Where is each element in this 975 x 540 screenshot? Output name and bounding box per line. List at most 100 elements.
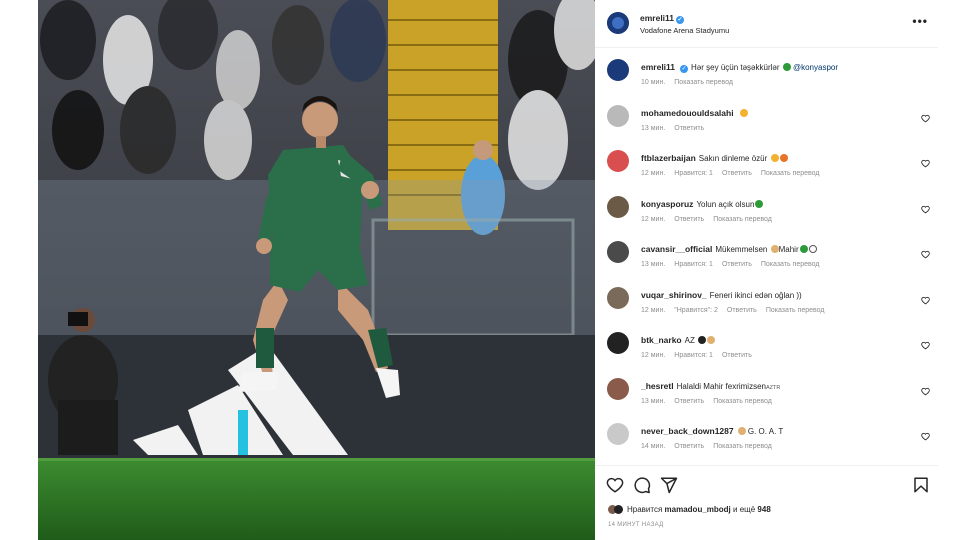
comment-action[interactable]: Нравится: 1 — [674, 170, 713, 177]
comment-meta: 13 мин. Нравится: 1 Ответить Показать перев… — [641, 261, 829, 268]
commenter-avatar[interactable] — [607, 104, 629, 127]
comment-icon[interactable] — [633, 476, 651, 494]
commenter-avatar[interactable] — [607, 332, 629, 354]
comment-username[interactable]: ftblazerbaijan — [641, 153, 696, 163]
comment-username[interactable]: konyasporuz — [641, 199, 693, 209]
commenter-avatar[interactable] — [607, 150, 629, 172]
comment-action[interactable]: Нравится: 1 — [674, 261, 713, 268]
comment-username[interactable]: never_back_down1287 — [641, 426, 734, 436]
hand-emoji — [737, 427, 746, 435]
like-comment-heart-icon[interactable] — [921, 387, 930, 396]
face-emoji — [770, 154, 779, 162]
comment-username[interactable]: cavansir__official — [641, 244, 712, 254]
comment-line: mohamedououldsalahi — [641, 108, 748, 118]
likes-summary[interactable]: Нравится mamadou_mbodj и ещё 948 — [608, 505, 771, 514]
like-comment-heart-icon[interactable] — [921, 432, 930, 441]
comment-username[interactable]: _hesretl — [641, 381, 674, 391]
comment-meta: 10 мин. Показать перевод — [641, 79, 742, 86]
comment-username[interactable]: vuqar_shirinov_ — [641, 290, 707, 300]
comment-username[interactable]: btk_narko — [641, 335, 682, 345]
liker-name[interactable]: mamadou_mbodj — [665, 505, 731, 514]
comment-action[interactable]: Показать перевод — [713, 443, 772, 450]
comment-action[interactable]: Ответить — [674, 216, 704, 223]
comment-meta: 12 мин. Ответить Показать перевод — [641, 216, 781, 223]
comment-text: G. O. A. T — [747, 427, 784, 436]
comment-text: Halaldi Mahir fexrimizsen — [676, 381, 766, 391]
comment-action[interactable]: Показать перевод — [713, 398, 772, 405]
comment-text: Mükemmelsen — [715, 245, 768, 254]
like-comment-heart-icon[interactable] — [921, 341, 930, 350]
comment-meta: 14 мин. Ответить Показать перевод — [641, 443, 781, 450]
fire-emoji — [779, 154, 788, 162]
likes-count[interactable]: 948 — [757, 505, 770, 514]
comment-action[interactable]: Ответить — [722, 261, 752, 268]
comment-username[interactable]: emreli11 — [641, 62, 675, 72]
comment-action[interactable]: Показать перевод — [674, 79, 733, 86]
commenter-avatar[interactable] — [607, 423, 629, 445]
commenter-avatar[interactable] — [607, 286, 629, 309]
comment-item: ftblazerbaijan Sakın dinleme özür 12 мин.… — [595, 141, 938, 185]
comment-action[interactable]: Ответить — [674, 398, 704, 405]
comment-item: vuqar_shirinov_ Feneri ikinci edən oğlan … — [595, 278, 938, 322]
comment-action[interactable]: Ответить — [674, 443, 704, 450]
thumbs-up-emoji — [770, 245, 779, 253]
like-comment-heart-icon[interactable] — [921, 250, 930, 259]
post-panel: emreli11 ✓ Vodafone Arena Stadyumu ••• em… — [595, 0, 938, 540]
comment-time: 10 мин. — [641, 79, 666, 86]
comment-line: never_back_down1287 G. O. A. T — [641, 426, 783, 436]
comment-time: 13 мин. — [641, 261, 666, 268]
author-avatar[interactable] — [607, 12, 629, 34]
commenter-avatar[interactable] — [607, 195, 629, 218]
comment-action[interactable]: "Нравится": 2 — [674, 307, 718, 314]
post-location[interactable]: Vodafone Arena Stadyumu — [640, 26, 729, 35]
comment-action[interactable]: Показать перевод — [713, 216, 772, 223]
comment-item: btk_narko AZ 12 мин. Нравится: 1 Ответить — [595, 323, 938, 367]
like-comment-heart-icon[interactable] — [921, 159, 930, 168]
comment-action[interactable]: Показать перевод — [761, 170, 820, 177]
like-comment-heart-icon[interactable] — [921, 205, 930, 214]
comment-action[interactable]: Ответить — [674, 125, 704, 132]
commenter-avatar[interactable] — [607, 241, 629, 263]
liker-avatar — [614, 505, 623, 514]
comment-item: emreli11 ✓ Hər şey üçün təşəkkürlər @konya… — [595, 50, 938, 94]
comment-item: konyasporuz Yolun açık olsun 12 мин. Ответи… — [595, 187, 938, 231]
green-heart-emoji — [755, 199, 764, 208]
verified-icon: ✓ — [680, 65, 689, 73]
comment-line: btk_narko AZ — [641, 335, 716, 345]
white-heart-emoji — [808, 245, 817, 253]
comment-action[interactable]: Ответить — [722, 352, 752, 359]
comment-action[interactable]: Ответить — [727, 307, 757, 314]
comment-line: vuqar_shirinov_ Feneri ikinci edən oğlan … — [641, 290, 802, 300]
verified-icon: ✓ — [676, 16, 685, 24]
commenter-avatar[interactable] — [607, 59, 629, 81]
bookmark-icon[interactable] — [912, 476, 930, 494]
comment-time: 13 мин. — [641, 124, 666, 132]
comment-text: Sakın dinleme özür — [698, 154, 768, 163]
post-actions: Нравится mamadou_mbodj и ещё 948 14 МИНУ… — [595, 465, 938, 540]
comment-meta: 13 мин. Ответить Показать перевод — [641, 398, 781, 405]
black-heart-emoji — [698, 336, 707, 344]
comment-action[interactable]: Нравится: 1 — [674, 352, 713, 359]
comment-text: AZ — [684, 336, 695, 345]
comment-meta: 13 мин. Ответить — [641, 125, 713, 132]
share-icon[interactable] — [660, 476, 678, 494]
comment-item: cavansir__official Mükemmelsen Mahir 13 ми… — [595, 232, 938, 276]
comment-line: konyasporuz Yolun açık olsun — [641, 199, 764, 209]
post-header: emreli11 ✓ Vodafone Arena Stadyumu ••• — [595, 0, 938, 48]
commenter-avatar[interactable] — [607, 377, 629, 400]
like-comment-heart-icon[interactable] — [921, 296, 930, 305]
comment-action[interactable]: Ответить — [722, 170, 752, 177]
comment-text: Hər şey üçün təşəkkürlər — [691, 63, 780, 72]
comment-meta: 12 мин. "Нравится": 2 Ответить Показать пер… — [641, 307, 833, 314]
heart-icon[interactable] — [606, 476, 624, 494]
comment-item: _hesretl Halaldi Mahir fexrimizsenAZTR 13 … — [595, 369, 938, 413]
like-comment-heart-icon[interactable] — [921, 114, 930, 123]
comment-action[interactable]: Показать перевод — [766, 307, 825, 314]
comment-text: Yolun açık olsun — [696, 199, 755, 209]
comment-mention[interactable]: @konyaspor — [793, 63, 838, 72]
comment-username[interactable]: mohamedououldsalahi — [641, 108, 734, 118]
author-username[interactable]: emreli11 ✓ — [640, 13, 685, 24]
more-horizontal-icon[interactable]: ••• — [912, 14, 928, 28]
post-photo[interactable] — [38, 0, 595, 540]
comment-action[interactable]: Показать перевод — [761, 261, 820, 268]
